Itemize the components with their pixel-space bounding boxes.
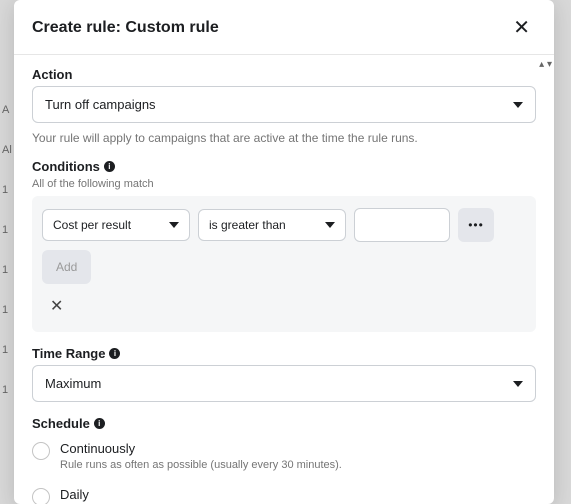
condition-metric-select[interactable]: Cost per result [42,209,190,241]
action-select-value: Turn off campaigns [45,97,156,112]
schedule-radio-group: Continuously Rule runs as often as possi… [32,435,536,504]
timerange-label: Time Range i [32,346,536,361]
conditions-sublabel: All of the following match [32,178,536,190]
modal-header: Create rule: Custom rule ✕ [14,0,554,55]
radio-label: Continuously [60,441,342,456]
modal-title: Create rule: Custom rule [32,19,219,37]
timerange-value: Maximum [45,376,101,391]
chevron-down-icon [513,102,523,108]
close-button[interactable]: ✕ [507,14,536,42]
action-select[interactable]: Turn off campaigns [32,86,536,123]
condition-row: Cost per result is greater than ••• Add [42,208,526,284]
conditions-container: Cost per result is greater than ••• Add … [32,196,536,332]
schedule-option-daily[interactable]: Daily at 12:00AM London Time [32,481,536,504]
chevron-down-icon [513,381,523,387]
radio-icon[interactable] [32,488,50,504]
condition-add-button[interactable]: Add [42,250,91,284]
info-icon[interactable]: i [94,418,105,429]
chevron-down-icon [325,222,335,228]
action-help-text: Your rule will apply to campaigns that a… [32,131,536,145]
chevron-down-icon [169,222,179,228]
schedule-label: Schedule i [32,416,536,431]
info-icon[interactable]: i [104,161,115,172]
close-icon: ✕ [513,17,530,39]
info-icon[interactable]: i [109,348,120,359]
condition-more-button[interactable]: ••• [458,208,494,242]
timerange-select[interactable]: Maximum [32,365,536,402]
conditions-label: Conditions i [32,159,536,174]
schedule-option-continuously[interactable]: Continuously Rule runs as often as possi… [32,435,536,481]
condition-value-input[interactable] [354,208,450,242]
condition-operator-select[interactable]: is greater than [198,209,346,241]
condition-remove-button[interactable]: ✕ [42,290,71,322]
modal-body: ▴ ▾ Action Turn off campaigns Your rule … [14,55,554,504]
radio-icon[interactable] [32,442,50,460]
action-label: Action [32,67,536,82]
close-icon: ✕ [50,298,63,315]
create-rule-modal: Create rule: Custom rule ✕ ▴ ▾ Action Tu… [14,0,554,504]
radio-label: Daily [60,487,183,502]
radio-description: Rule runs as often as possible (usually … [60,458,342,473]
